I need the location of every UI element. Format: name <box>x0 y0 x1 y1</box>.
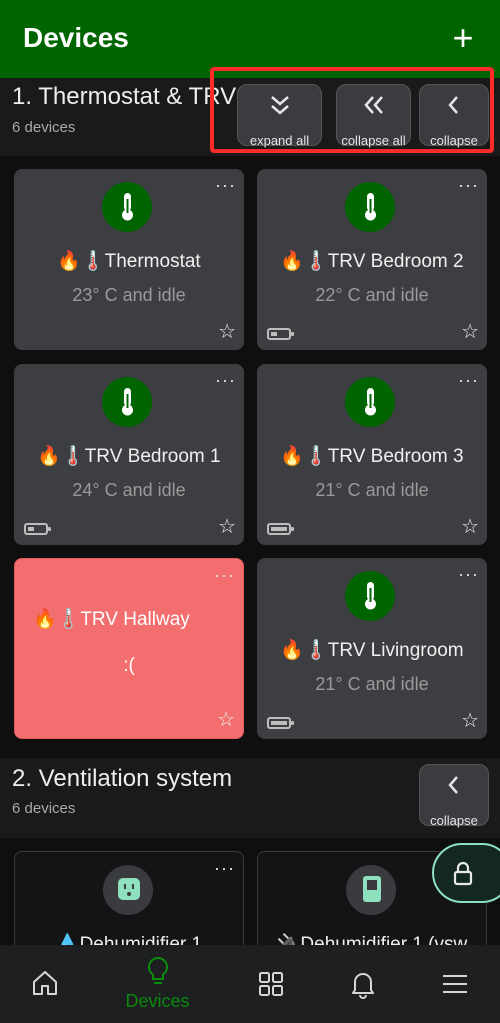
double-chevron-left-icon <box>337 93 410 123</box>
more-options-icon[interactable]: ··· <box>458 564 479 585</box>
more-options-icon[interactable]: ··· <box>214 858 235 879</box>
nav-devices[interactable]: Devices <box>110 945 205 1023</box>
switch-icon <box>346 865 396 915</box>
device-error-state: :( <box>123 655 135 676</box>
thermometer-icon <box>102 377 152 427</box>
device-card-trv-hallway[interactable]: ··· 🔥🌡️TRV Hallway :( ☆ <box>14 558 244 739</box>
device-state: 21° C and idle <box>315 480 429 500</box>
device-name: 🔥🌡️TRV Hallway <box>33 609 190 630</box>
collapse-all-label: collapse all <box>341 133 406 148</box>
battery-low-icon <box>24 523 51 535</box>
expand-all-label: expand all <box>249 133 310 148</box>
device-name: 🔥🌡️TRV Bedroom 1 <box>37 446 221 467</box>
thermometer-icon <box>345 182 395 232</box>
collapse-label: collapse <box>430 813 478 828</box>
more-options-icon[interactable]: ··· <box>458 175 479 196</box>
more-options-icon[interactable]: ··· <box>215 175 236 196</box>
collapse-all-button[interactable]: collapse all <box>336 84 411 148</box>
device-card-trv-bedroom-1[interactable]: ··· 🔥🌡️TRV Bedroom 1 24° C and idle ☆ <box>14 364 244 545</box>
grid-icon <box>258 971 284 1002</box>
more-options-icon[interactable]: ··· <box>215 370 236 391</box>
thermometer-icon <box>102 182 152 232</box>
nav-home[interactable] <box>0 945 90 1023</box>
chevron-left-icon <box>420 773 488 803</box>
section-device-count: 6 devices <box>12 119 76 136</box>
device-name: 🔥🌡️TRV Bedroom 2 <box>280 251 464 272</box>
lightbulb-icon <box>144 955 172 994</box>
battery-full-icon <box>267 523 294 535</box>
device-card-trv-bedroom-3[interactable]: ··· 🔥🌡️TRV Bedroom 3 21° C and idle ☆ <box>257 364 487 545</box>
section-device-count: 6 devices <box>12 800 76 817</box>
thermometer-icon <box>345 571 395 621</box>
expand-all-button[interactable]: expand all <box>237 84 322 148</box>
device-name: 🔥🌡️Thermostat <box>57 251 201 272</box>
device-name: 🔥🌡️TRV Livingroom <box>280 640 464 661</box>
chevron-left-icon <box>420 93 488 123</box>
bottom-navigation: Devices <box>0 945 500 1023</box>
device-state: 24° C and idle <box>72 480 186 500</box>
nav-menu[interactable] <box>410 945 500 1023</box>
page-title: Devices <box>23 22 129 53</box>
nav-devices-label: Devices <box>125 991 190 1011</box>
battery-low-icon <box>267 328 294 340</box>
more-options-icon[interactable]: ··· <box>214 565 235 586</box>
device-state: 23° C and idle <box>72 285 186 305</box>
thermometer-icon <box>345 377 395 427</box>
device-card-thermostat[interactable]: ··· 🔥🌡️Thermostat 23° C and idle ☆ <box>14 169 244 350</box>
favorite-star-icon[interactable]: ☆ <box>217 707 235 732</box>
nav-dashboard[interactable] <box>225 945 315 1023</box>
app-bar: Devices + <box>0 0 500 78</box>
section-title: 1. Thermostat & TRV <box>12 83 237 110</box>
device-card-trv-bedroom-2[interactable]: ··· 🔥🌡️TRV Bedroom 2 22° C and idle ☆ <box>257 169 487 350</box>
device-name: 🔥🌡️TRV Bedroom 3 <box>280 446 464 467</box>
double-chevron-down-icon <box>238 93 321 123</box>
favorite-star-icon[interactable]: ☆ <box>218 514 236 539</box>
favorite-star-icon[interactable]: ☆ <box>461 514 479 539</box>
nav-notifications[interactable] <box>318 945 408 1023</box>
favorite-star-icon[interactable]: ☆ <box>218 319 236 344</box>
section-title: 2. Ventilation system <box>12 765 233 792</box>
favorite-star-icon[interactable]: ☆ <box>461 319 479 344</box>
lock-button[interactable] <box>432 843 500 903</box>
plug-icon <box>103 865 153 915</box>
collapse-button[interactable]: collapse <box>419 764 489 828</box>
more-options-icon[interactable]: ··· <box>458 370 479 391</box>
favorite-star-icon[interactable]: ☆ <box>461 708 479 733</box>
collapse-button[interactable]: collapse <box>419 84 489 148</box>
home-icon <box>31 969 59 1002</box>
device-state: 22° C and idle <box>315 285 429 305</box>
add-device-button[interactable]: + <box>446 18 480 58</box>
collapse-label: collapse <box>430 133 478 148</box>
battery-full-icon <box>267 717 294 729</box>
device-card-trv-livingroom[interactable]: ··· 🔥🌡️TRV Livingroom 21° C and idle ☆ <box>257 558 487 739</box>
device-state: 21° C and idle <box>315 674 429 694</box>
lock-icon <box>452 861 474 892</box>
bell-icon <box>350 969 376 1004</box>
menu-icon <box>442 973 468 1000</box>
